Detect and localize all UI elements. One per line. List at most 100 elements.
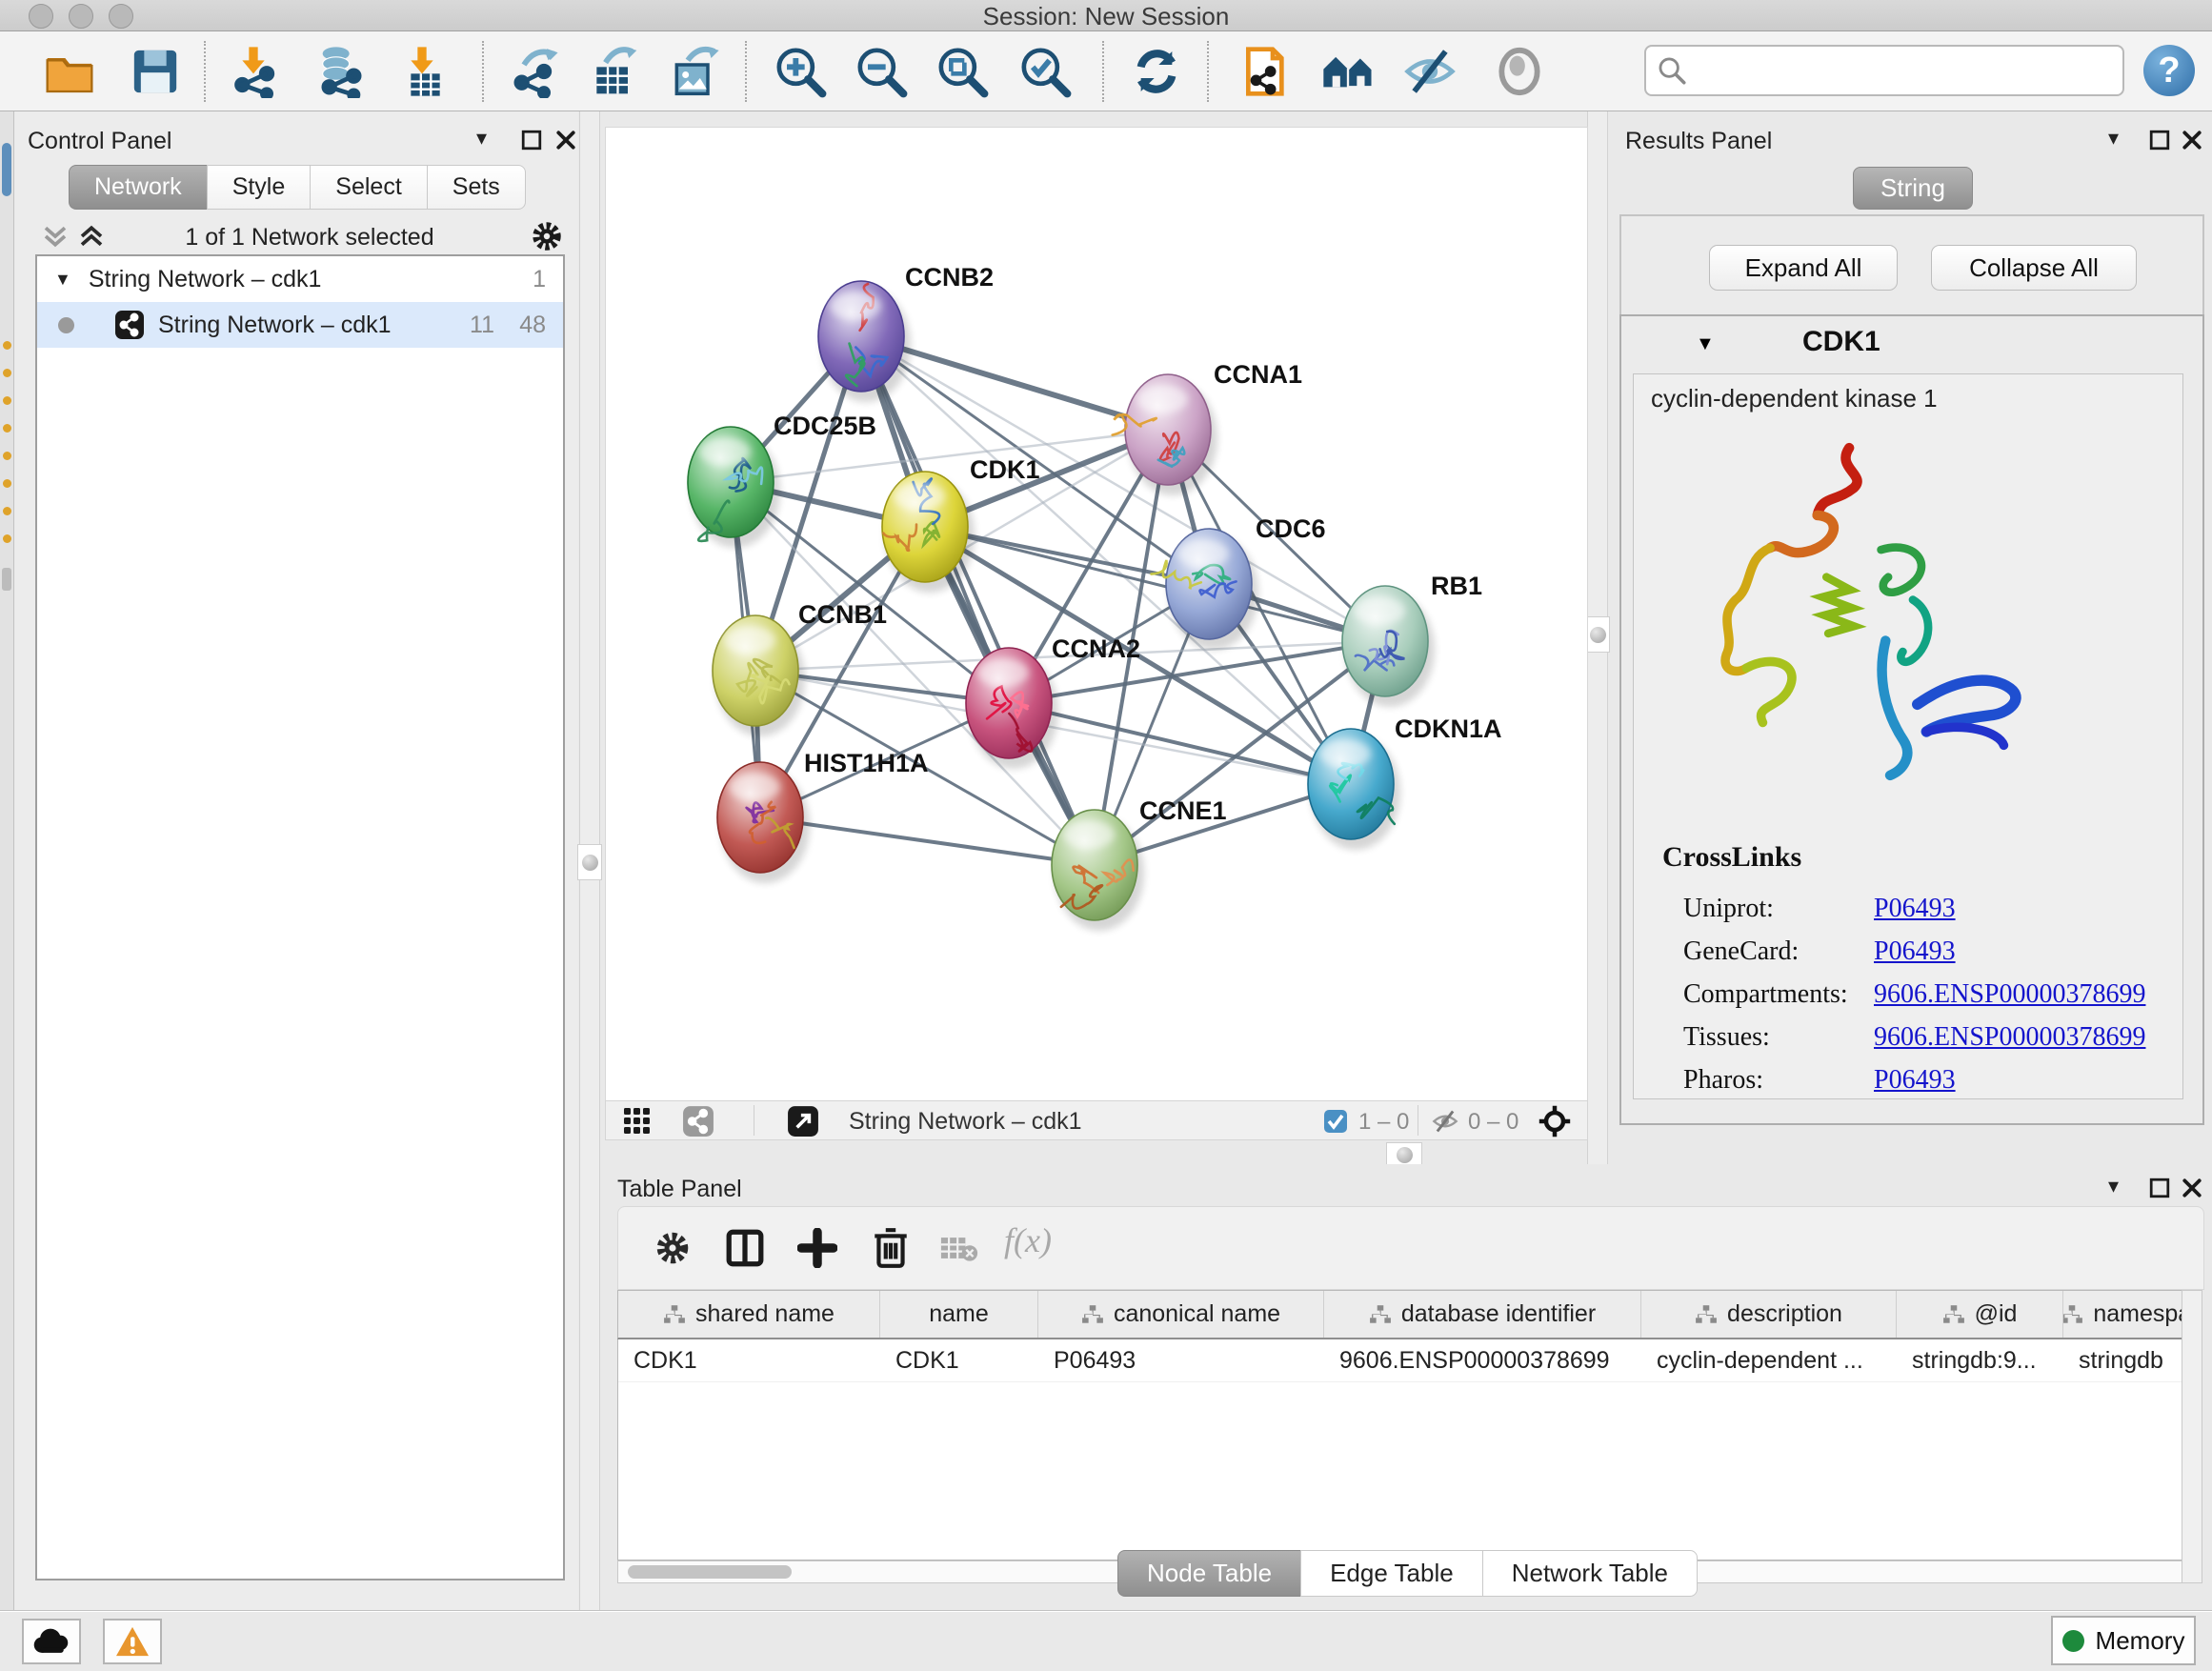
export-network-icon[interactable] bbox=[511, 45, 564, 98]
memory-button[interactable]: Memory bbox=[2051, 1616, 2196, 1665]
hierarchy-icon bbox=[1695, 1304, 1718, 1325]
delete-column-icon[interactable] bbox=[870, 1226, 912, 1270]
cell-database-identifier[interactable]: 9606.ENSP00000378699 bbox=[1324, 1339, 1641, 1381]
selected-checkbox-icon[interactable] bbox=[1323, 1109, 1348, 1134]
tab-string[interactable]: String bbox=[1853, 167, 1973, 210]
save-session-icon[interactable] bbox=[129, 45, 182, 98]
maximize-panel-icon[interactable] bbox=[2149, 1178, 2170, 1198]
window-title: Session: New Session bbox=[0, 2, 2212, 31]
protein-result-box: ▼ CDK1 cyclin-dependent kinase 1 bbox=[1619, 314, 2204, 1125]
close-panel-icon[interactable] bbox=[555, 130, 576, 151]
delete-table-icon[interactable] bbox=[940, 1234, 978, 1262]
left-splitter-handle[interactable] bbox=[577, 844, 602, 880]
tab-edge-table[interactable]: Edge Table bbox=[1300, 1550, 1482, 1597]
function-builder-icon[interactable]: f(x) bbox=[1004, 1220, 1052, 1260]
vertical-scrollbar[interactable] bbox=[2182, 1290, 2202, 1583]
warnings-button[interactable] bbox=[103, 1619, 162, 1664]
search-input[interactable] bbox=[1698, 50, 2111, 89]
float-panel-icon[interactable]: ▾ bbox=[2108, 126, 2119, 151]
collapse-all-button[interactable]: Collapse All bbox=[1931, 245, 2137, 291]
column-header-shared-name[interactable]: shared name bbox=[618, 1291, 880, 1338]
cell-shared-name[interactable]: CDK1 bbox=[618, 1339, 880, 1381]
zoom-out-icon[interactable] bbox=[855, 45, 908, 98]
close-panel-icon[interactable] bbox=[2182, 130, 2202, 151]
scrollbar-thumb[interactable] bbox=[628, 1565, 792, 1579]
cell-name[interactable]: CDK1 bbox=[880, 1339, 1038, 1381]
help-icon[interactable]: ? bbox=[2143, 45, 2195, 96]
network-collection-row[interactable]: ▼ String Network – cdk1 1 bbox=[37, 256, 563, 302]
edge-CCNB2-CCNE1[interactable] bbox=[861, 336, 1095, 865]
column-header-database-identifier[interactable]: database identifier bbox=[1324, 1291, 1641, 1338]
expand-all-icon[interactable] bbox=[77, 224, 106, 249]
collapse-protein-icon[interactable]: ▼ bbox=[1696, 333, 1715, 355]
table-row[interactable]: CDK1CDK1P064939606.ENSP00000378699cyclin… bbox=[618, 1339, 2202, 1382]
hidden-eye-icon[interactable] bbox=[1431, 1108, 1459, 1135]
tab-network-table[interactable]: Network Table bbox=[1482, 1550, 1698, 1597]
background-window-fragment bbox=[3, 507, 11, 515]
tab-style[interactable]: Style bbox=[207, 165, 311, 210]
tab-node-table[interactable]: Node Table bbox=[1117, 1550, 1300, 1597]
tab-network[interactable]: Network bbox=[69, 165, 207, 210]
network-canvas[interactable]: CCNB2CCNA1CDC25BCDK1CDC6RB1CCNB1CCNA2CDK… bbox=[605, 127, 1588, 1102]
show-all-eye-icon[interactable] bbox=[1493, 45, 1546, 98]
crosslink-link[interactable]: 9606.ENSP00000378699 bbox=[1874, 979, 2145, 1010]
zoom-fit-icon[interactable] bbox=[935, 45, 989, 98]
crosslink-link[interactable]: 9606.ENSP00000378699 bbox=[1874, 1022, 2145, 1053]
table-options-gear-icon[interactable] bbox=[653, 1228, 693, 1268]
node-label-CCNA1: CCNA1 bbox=[1214, 360, 1302, 389]
background-window-fragment bbox=[2, 143, 11, 196]
share-file-icon[interactable] bbox=[1239, 45, 1293, 98]
export-image-icon[interactable] bbox=[668, 45, 721, 98]
right-splitter-handle[interactable] bbox=[1585, 616, 1610, 653]
add-column-icon[interactable] bbox=[797, 1228, 837, 1268]
collapse-all-icon[interactable] bbox=[41, 224, 70, 249]
export-table-icon[interactable] bbox=[588, 45, 641, 98]
results-panel: Results Panel ▾ String Expand All Collap… bbox=[1610, 111, 2212, 1164]
network-options-gear-icon[interactable] bbox=[529, 218, 565, 254]
network-row-selected[interactable]: String Network – cdk1 11 48 bbox=[37, 302, 563, 348]
hierarchy-icon bbox=[1081, 1304, 1104, 1325]
float-panel-icon[interactable]: ▾ bbox=[2108, 1174, 2119, 1198]
tab-select[interactable]: Select bbox=[310, 165, 426, 210]
cell--id[interactable]: stringdb:9... bbox=[1897, 1339, 2063, 1381]
grid-view-icon[interactable] bbox=[623, 1107, 652, 1136]
network-view-toolbar: String Network – cdk1 1 – 0 0 – 0 bbox=[605, 1100, 1588, 1140]
edge-CCNA2-CDKN1A[interactable] bbox=[1009, 703, 1351, 784]
close-panel-icon[interactable] bbox=[2182, 1178, 2202, 1198]
tree-expander-icon[interactable]: ▼ bbox=[54, 270, 71, 290]
open-session-icon[interactable] bbox=[43, 45, 96, 98]
column-header--id[interactable]: @id bbox=[1897, 1291, 2063, 1338]
houses-icon[interactable] bbox=[1321, 45, 1375, 98]
import-network-database-icon[interactable] bbox=[312, 45, 365, 98]
column-header-name[interactable]: name bbox=[880, 1291, 1038, 1338]
network-graph[interactable]: CCNB2CCNA1CDC25BCDK1CDC6RB1CCNB1CCNA2CDK… bbox=[606, 128, 1587, 1101]
maximize-panel-icon[interactable] bbox=[521, 130, 542, 151]
import-network-file-icon[interactable] bbox=[227, 45, 280, 98]
hide-selected-eye-icon[interactable] bbox=[1403, 45, 1457, 98]
column-header-description[interactable]: description bbox=[1641, 1291, 1897, 1338]
table-tabs: Node TableEdge TableNetwork Table bbox=[1117, 1550, 1698, 1597]
maximize-panel-icon[interactable] bbox=[2149, 130, 2170, 151]
crosslinks-list: Uniprot:P06493GeneCard:P06493Compartment… bbox=[1683, 887, 2169, 1101]
column-header-canonical-name[interactable]: canonical name bbox=[1038, 1291, 1324, 1338]
import-table-icon[interactable] bbox=[395, 45, 449, 98]
crosslink-link[interactable]: P06493 bbox=[1874, 936, 1956, 967]
crosslink-link[interactable]: P06493 bbox=[1874, 1065, 1956, 1096]
cell-canonical-name[interactable]: P06493 bbox=[1038, 1339, 1324, 1381]
background-window-fragment bbox=[3, 479, 11, 488]
tab-sets[interactable]: Sets bbox=[427, 165, 526, 210]
birdseye-icon[interactable] bbox=[1538, 1104, 1572, 1138]
cell-description[interactable]: cyclin-dependent ... bbox=[1641, 1339, 1897, 1381]
crosslink-link[interactable]: P06493 bbox=[1874, 894, 1956, 924]
column-label: canonical name bbox=[1114, 1300, 1280, 1328]
refresh-icon[interactable] bbox=[1130, 45, 1183, 98]
float-panel-icon[interactable]: ▾ bbox=[476, 126, 487, 151]
show-columns-icon[interactable] bbox=[725, 1228, 765, 1268]
zoom-selected-icon[interactable] bbox=[1018, 45, 1072, 98]
cloud-button[interactable] bbox=[22, 1619, 81, 1664]
expand-all-button[interactable]: Expand All bbox=[1709, 245, 1898, 291]
network-view-icon[interactable] bbox=[682, 1105, 714, 1137]
detach-view-icon[interactable] bbox=[787, 1105, 819, 1137]
edge-HIST1H1A-CCNE1[interactable] bbox=[760, 817, 1095, 865]
zoom-in-icon[interactable] bbox=[774, 45, 827, 98]
